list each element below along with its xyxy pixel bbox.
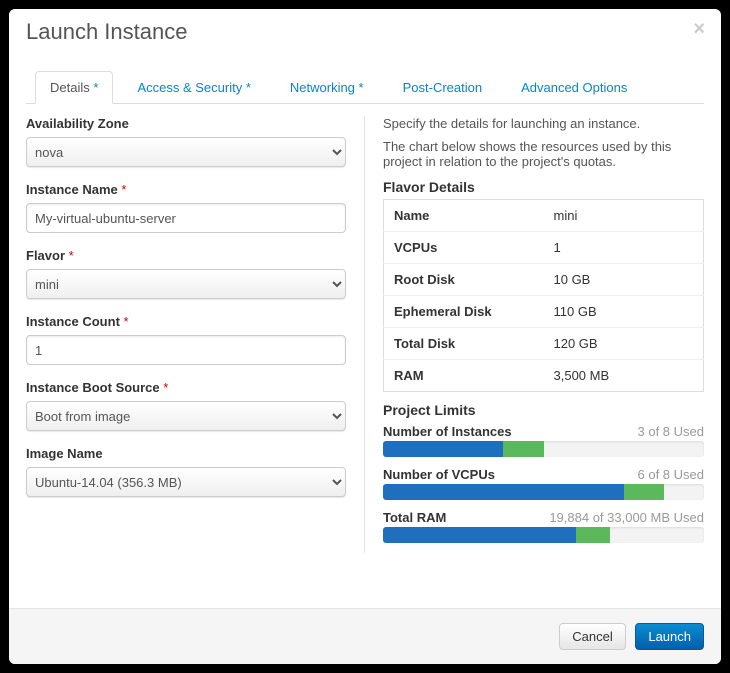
info-column: Specify the details for launching an ins… [364, 116, 704, 553]
flavor-total-val: 120 GB [544, 328, 704, 360]
label-availability-zone: Availability Zone [26, 116, 346, 131]
flavor-ram-key: RAM [384, 360, 544, 392]
flavor-details-table: Namemini VCPUs1 Root Disk10 GB Ephemeral… [383, 199, 704, 392]
close-icon[interactable]: × [693, 19, 705, 39]
project-limits-title: Project Limits [383, 402, 704, 418]
limit-bar [383, 441, 704, 457]
tab-bar: Details * Access & Security * Networking… [26, 67, 704, 104]
form-column: Availability Zone nova Instance Name * F… [26, 116, 364, 553]
field-image-name: Image Name Ubuntu-14.04 (356.3 MB) [26, 446, 346, 497]
required-mark: * [93, 80, 98, 95]
flavor-total-key: Total Disk [384, 328, 544, 360]
flavor-root-val: 10 GB [544, 264, 704, 296]
required-mark: * [121, 182, 126, 197]
table-row: Root Disk10 GB [384, 264, 704, 296]
bar-new-segment [624, 484, 664, 500]
flavor-name-val: mini [544, 200, 704, 232]
required-mark: * [124, 314, 129, 329]
field-flavor: Flavor * mini [26, 248, 346, 299]
label-instance-name: Instance Name * [26, 182, 346, 197]
flavor-eph-key: Ephemeral Disk [384, 296, 544, 328]
dialog-body: Availability Zone nova Instance Name * F… [26, 116, 704, 553]
select-flavor[interactable]: mini [26, 269, 346, 299]
limit-ram: Total RAM 19,884 of 33,000 MB Used [383, 510, 704, 543]
flavor-name-key: Name [384, 200, 544, 232]
limit-header: Number of VCPUs 6 of 8 Used [383, 467, 704, 482]
table-row: RAM3,500 MB [384, 360, 704, 392]
required-mark: * [69, 248, 74, 263]
bar-used-segment [383, 484, 624, 500]
tab-post-creation[interactable]: Post-Creation [388, 71, 497, 103]
dialog-footer: Cancel Launch [9, 608, 721, 664]
required-mark: * [359, 80, 364, 95]
dialog-title: Launch Instance [26, 19, 187, 44]
label-instance-count: Instance Count * [26, 314, 346, 329]
flavor-ram-val: 3,500 MB [544, 360, 704, 392]
help-text-2: The chart below shows the resources used… [383, 139, 704, 169]
bar-used-segment [383, 527, 576, 543]
tab-networking[interactable]: Networking * [275, 71, 379, 103]
tab-access-security[interactable]: Access & Security * [122, 71, 265, 103]
dialog-header: Launch Instance × [9, 9, 721, 57]
label-image-name: Image Name [26, 446, 346, 461]
tab-advanced-options[interactable]: Advanced Options [506, 71, 642, 103]
tab-label: Access & Security [137, 80, 242, 95]
label-text: Flavor [26, 248, 65, 263]
table-row: Total Disk120 GB [384, 328, 704, 360]
limit-bar [383, 484, 704, 500]
limit-instances: Number of Instances 3 of 8 Used [383, 424, 704, 457]
flavor-vcpus-val: 1 [544, 232, 704, 264]
label-boot-source: Instance Boot Source * [26, 380, 346, 395]
tab-details[interactable]: Details * [35, 71, 113, 104]
limit-label: Number of VCPUs [383, 467, 495, 482]
select-availability-zone[interactable]: nova [26, 137, 346, 167]
limit-value: 19,884 of 33,000 MB Used [549, 510, 704, 525]
field-instance-count: Instance Count * [26, 314, 346, 365]
limit-label: Number of Instances [383, 424, 512, 439]
limit-header: Total RAM 19,884 of 33,000 MB Used [383, 510, 704, 525]
flavor-details-title: Flavor Details [383, 179, 704, 195]
select-boot-source[interactable]: Boot from image [26, 401, 346, 431]
select-image-name[interactable]: Ubuntu-14.04 (356.3 MB) [26, 467, 346, 497]
required-mark: * [246, 80, 251, 95]
table-row: VCPUs1 [384, 232, 704, 264]
bar-new-segment [576, 527, 610, 543]
launch-instance-dialog: Launch Instance × Details * Access & Sec… [9, 9, 721, 664]
limit-value: 3 of 8 Used [638, 424, 705, 439]
label-flavor: Flavor * [26, 248, 346, 263]
cancel-button[interactable]: Cancel [559, 623, 625, 650]
table-row: Ephemeral Disk110 GB [384, 296, 704, 328]
bar-used-segment [383, 441, 503, 457]
limit-bar [383, 527, 704, 543]
label-text: Instance Boot Source [26, 380, 160, 395]
required-mark: * [163, 380, 168, 395]
tab-label: Details [50, 80, 90, 95]
label-text: Instance Name [26, 182, 118, 197]
label-text: Instance Count [26, 314, 120, 329]
limit-value: 6 of 8 Used [638, 467, 705, 482]
field-boot-source: Instance Boot Source * Boot from image [26, 380, 346, 431]
flavor-vcpus-key: VCPUs [384, 232, 544, 264]
limit-vcpus: Number of VCPUs 6 of 8 Used [383, 467, 704, 500]
input-instance-name[interactable] [26, 203, 346, 233]
bar-new-segment [503, 441, 543, 457]
limit-label: Total RAM [383, 510, 446, 525]
table-row: Namemini [384, 200, 704, 232]
field-instance-name: Instance Name * [26, 182, 346, 233]
launch-button[interactable]: Launch [635, 623, 704, 650]
flavor-eph-val: 110 GB [544, 296, 704, 328]
flavor-root-key: Root Disk [384, 264, 544, 296]
limit-header: Number of Instances 3 of 8 Used [383, 424, 704, 439]
tab-label: Post-Creation [403, 80, 482, 95]
tab-label: Advanced Options [521, 80, 627, 95]
field-availability-zone: Availability Zone nova [26, 116, 346, 167]
input-instance-count[interactable] [26, 335, 346, 365]
help-text-1: Specify the details for launching an ins… [383, 116, 704, 131]
tab-label: Networking [290, 80, 355, 95]
